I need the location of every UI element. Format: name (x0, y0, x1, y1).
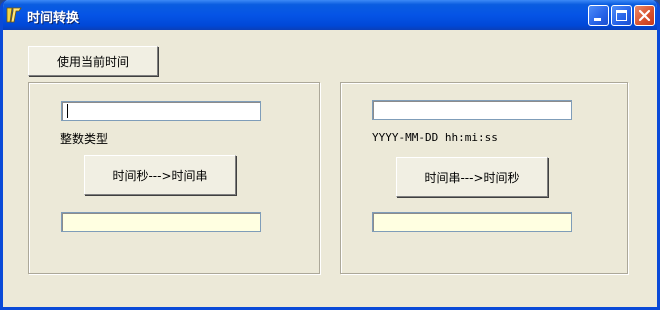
use-current-time-button[interactable]: 使用当前时间 (28, 46, 158, 76)
seconds-input[interactable] (61, 101, 261, 121)
minimize-icon (594, 18, 601, 21)
main-window: 时间转换 使用当前时间 整数类型 时间秒--->时间串 YYYY-MM-DD h… (0, 0, 660, 310)
minimize-button[interactable] (588, 5, 609, 26)
integer-type-label: 整数类型 (60, 132, 109, 146)
seconds-output-field[interactable] (372, 212, 572, 232)
window-title: 时间转换 (27, 11, 80, 26)
string-output-field[interactable] (61, 212, 261, 232)
close-button[interactable] (634, 5, 655, 26)
app-logo-icon (6, 6, 22, 24)
time-format-label: YYYY-MM-DD hh:mi:ss (372, 131, 498, 144)
string-to-seconds-button[interactable]: 时间串--->时间秒 (396, 157, 548, 197)
text-caret (67, 104, 68, 118)
seconds-to-string-button[interactable]: 时间秒--->时间串 (84, 155, 236, 195)
close-icon (638, 9, 651, 22)
title-bar[interactable]: 时间转换 (3, 0, 657, 30)
maximize-button[interactable] (611, 5, 632, 26)
maximize-icon (616, 10, 627, 21)
time-string-input[interactable] (372, 100, 572, 120)
